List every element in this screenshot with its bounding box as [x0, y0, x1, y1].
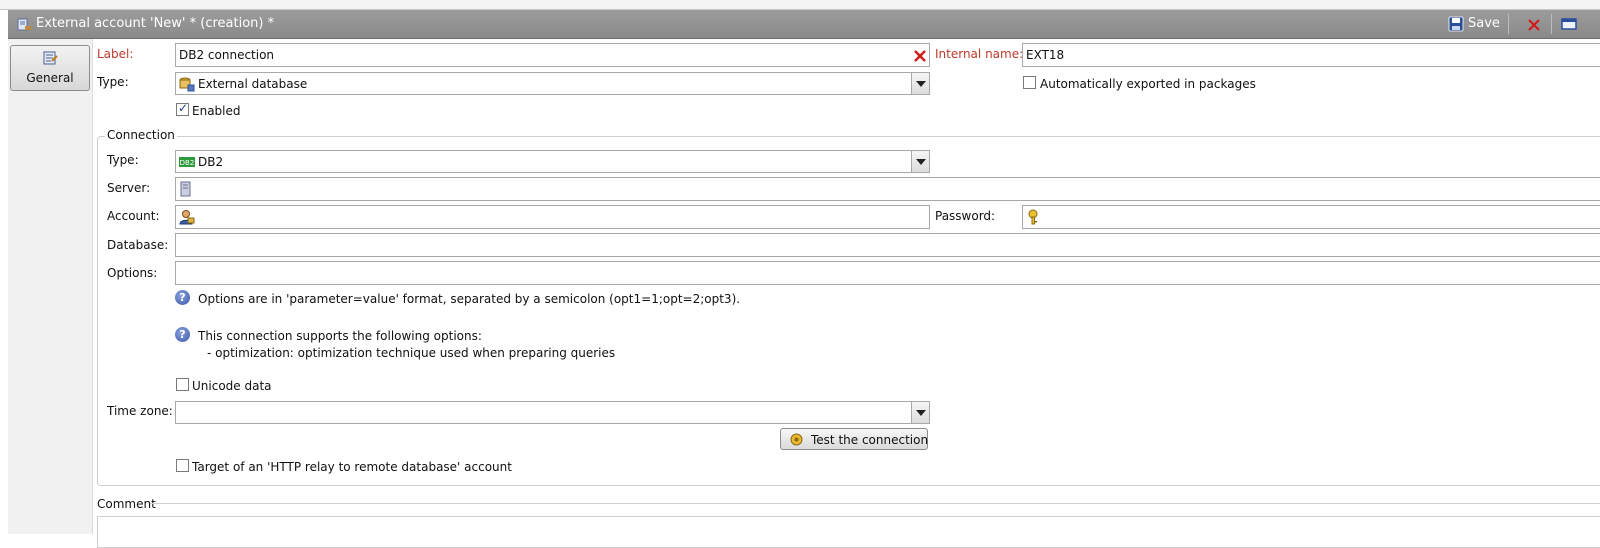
type-select-value: External database	[198, 77, 308, 91]
account-caption: Account:	[107, 209, 160, 223]
password-caption: Password:	[935, 209, 996, 223]
db2-badge-icon: DB2	[179, 157, 195, 167]
comment-title: Comment	[97, 497, 156, 511]
comment-input[interactable]	[97, 516, 1600, 548]
window-icon[interactable]	[1561, 18, 1577, 30]
general-tab-icon	[43, 51, 58, 65]
test-connection-icon	[790, 433, 803, 446]
comment-divider	[150, 503, 1600, 504]
connection-group-title: Connection	[105, 128, 177, 142]
connection-type-caption: Type:	[107, 153, 139, 167]
enabled-label: Enabled	[192, 104, 241, 118]
enabled-checkbox[interactable]	[176, 101, 189, 116]
http-relay-checkbox[interactable]	[176, 459, 189, 472]
tab-general[interactable]: General	[10, 45, 90, 91]
help-supported-item: - optimization: optimization technique u…	[207, 346, 616, 360]
test-connection-button[interactable]: Test the connection	[780, 428, 928, 450]
password-input[interactable]	[1022, 205, 1600, 229]
internal-name-caption: Internal name:	[935, 47, 1024, 61]
toolbar-separator	[1508, 14, 1509, 34]
internal-name-value: EXT18	[1026, 48, 1065, 62]
internal-name-input[interactable]: EXT18	[1022, 43, 1600, 67]
help-icon: ?	[175, 290, 190, 305]
timezone-select[interactable]	[175, 401, 930, 424]
help-supported-title: This connection supports the following o…	[198, 329, 482, 343]
connection-type-select[interactable]: DB2 DB2	[175, 150, 930, 173]
toolbar-separator	[1551, 14, 1552, 34]
options-caption: Options:	[107, 266, 158, 280]
window-title: External account 'New' * (creation) *	[36, 16, 275, 31]
database-caption: Database:	[107, 238, 169, 252]
svg-text:DB2: DB2	[180, 159, 195, 167]
title-bar: External account 'New' * (creation) * Sa…	[8, 10, 1600, 39]
options-input[interactable]	[175, 261, 1600, 285]
timezone-caption: Time zone:	[107, 404, 173, 418]
server-caption: Server:	[107, 181, 151, 195]
help-icon: ?	[175, 327, 190, 342]
help-options-format: Options are in 'parameter=value' format,…	[198, 292, 741, 306]
clear-field-icon[interactable]	[914, 50, 926, 62]
key-icon	[1028, 209, 1038, 225]
save-label: Save	[1468, 16, 1500, 31]
account-icon	[179, 210, 195, 225]
save-icon	[1448, 16, 1464, 32]
unicode-label: Unicode data	[192, 379, 272, 393]
external-account-icon	[17, 18, 31, 31]
connection-type-value: DB2	[198, 155, 224, 169]
top-strip	[0, 0, 1600, 10]
label-input[interactable]: DB2 connection	[175, 43, 930, 67]
chevron-down-icon[interactable]	[911, 151, 929, 172]
http-relay-label: Target of an 'HTTP relay to remote datab…	[192, 460, 512, 474]
server-input[interactable]	[175, 177, 1600, 201]
sidebar: General	[8, 39, 93, 534]
chevron-down-icon[interactable]	[911, 73, 929, 94]
server-icon	[180, 181, 191, 197]
test-connection-label: Test the connection	[811, 433, 929, 447]
unicode-checkbox[interactable]	[176, 378, 189, 391]
database-input[interactable]	[175, 233, 1600, 257]
database-type-icon	[179, 77, 195, 92]
chevron-down-icon[interactable]	[911, 402, 929, 423]
label-caption: Label:	[97, 47, 134, 61]
close-icon[interactable]	[1527, 18, 1541, 32]
label-input-value: DB2 connection	[179, 48, 275, 62]
tab-general-label: General	[26, 71, 74, 85]
account-input[interactable]	[175, 205, 930, 229]
auto-export-label: Automatically exported in packages	[1040, 77, 1256, 91]
auto-export-checkbox[interactable]	[1023, 76, 1036, 89]
type-caption: Type:	[97, 75, 129, 89]
type-select[interactable]: External database	[175, 72, 930, 95]
